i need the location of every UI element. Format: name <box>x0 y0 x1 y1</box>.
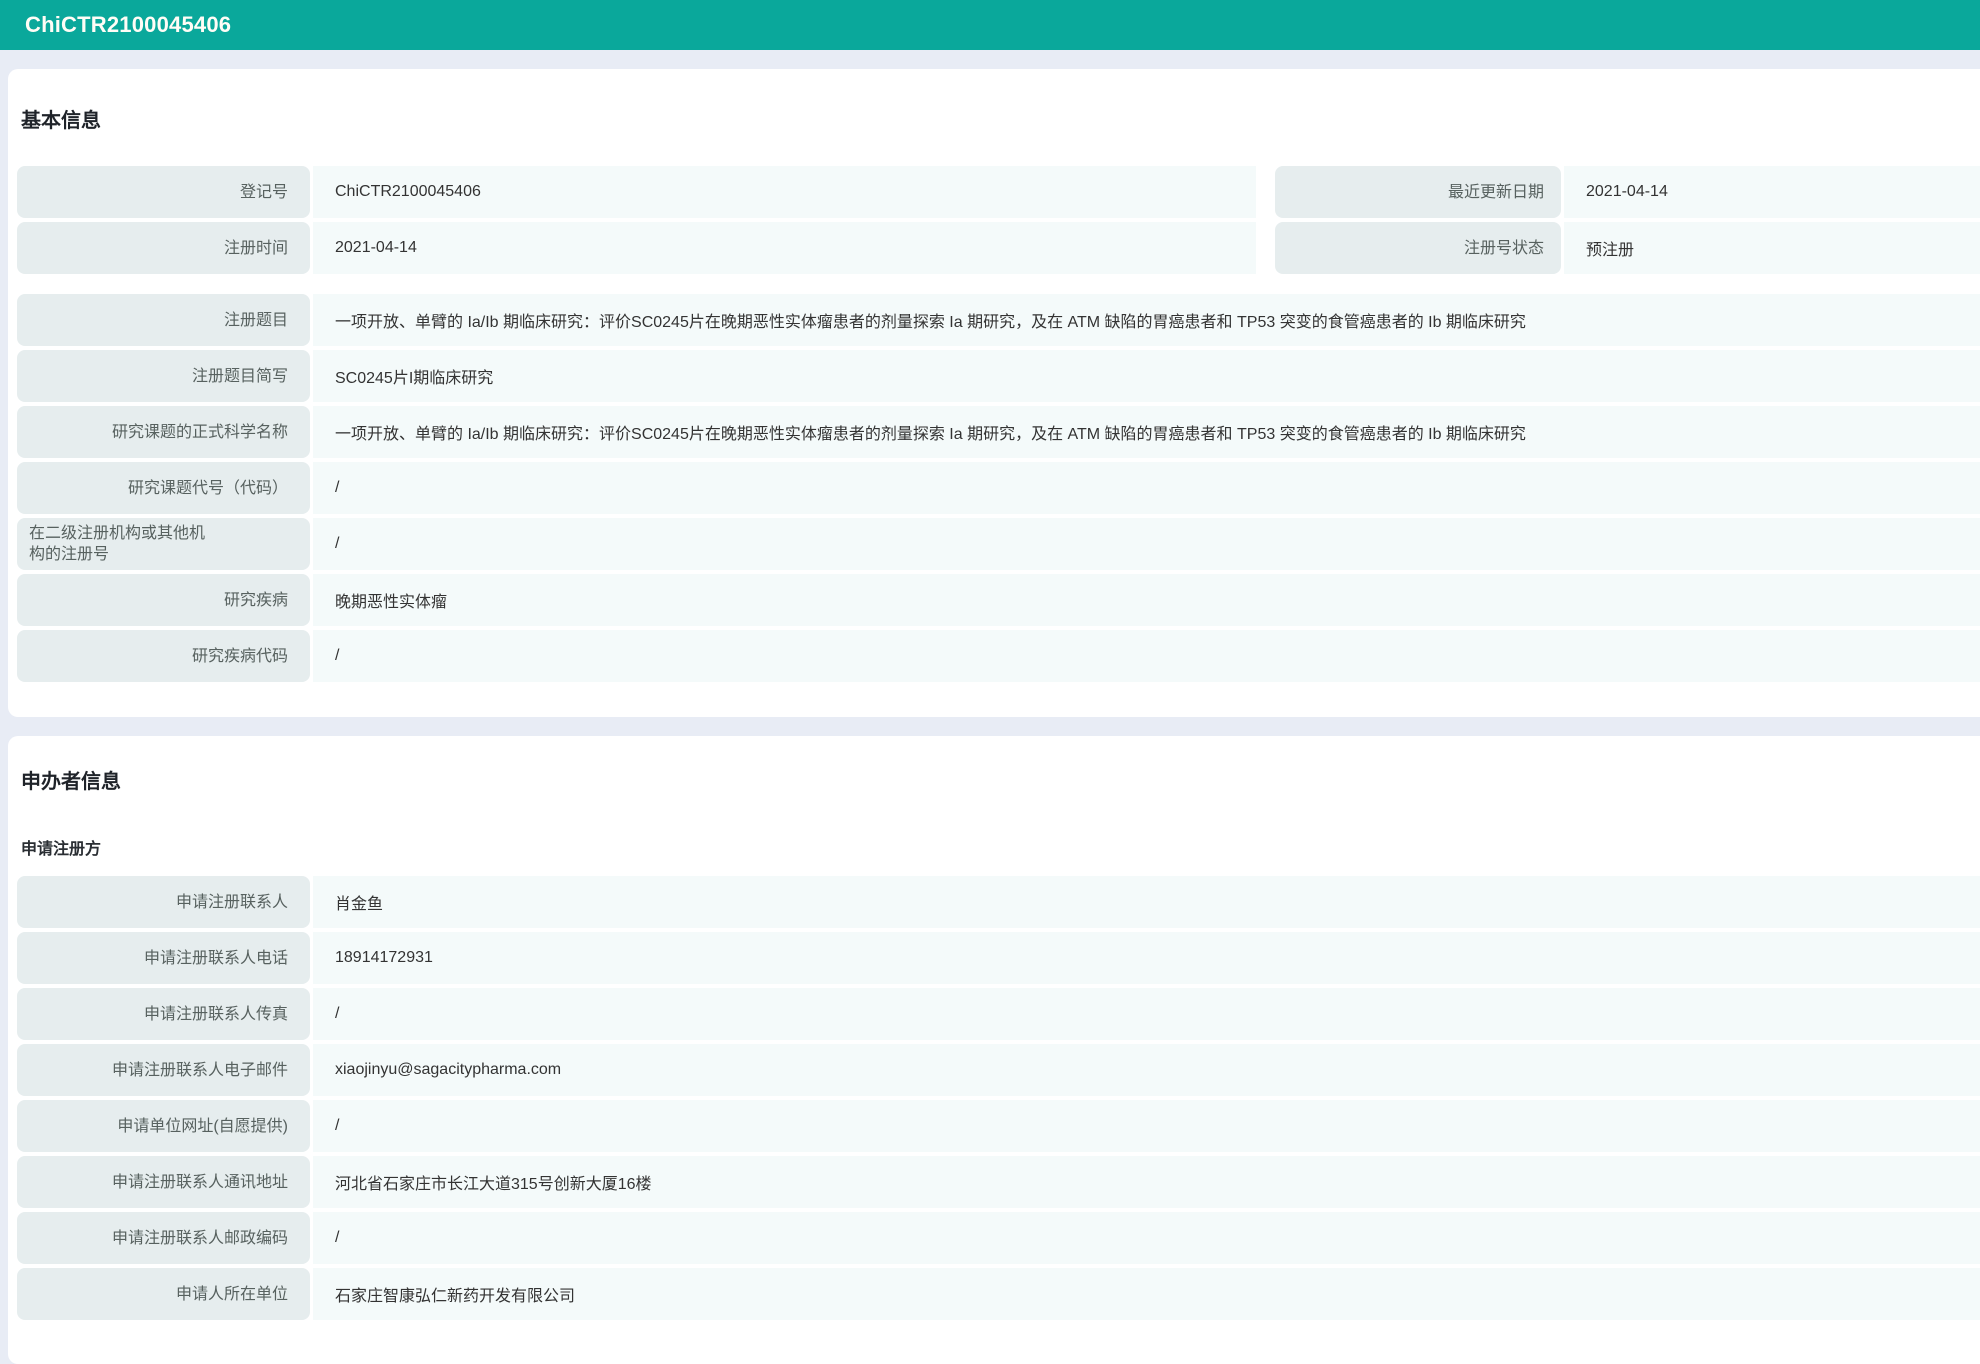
field-label: 注册时间 <box>17 222 310 274</box>
field-value: / <box>313 1212 1980 1264</box>
field-value: 晚期恶性实体瘤 <box>313 574 1980 626</box>
section-heading-basic: 基本信息 <box>21 109 1980 133</box>
field-value: ChiCTR2100045406 <box>313 166 1256 218</box>
field-row: 申请注册联系人电子邮件 xiaojinyu@sagacitypharma.com <box>17 1044 1980 1096</box>
field-value: 一项开放、单臂的 Ia/Ib 期临床研究：评价SC0245片在晚期恶性实体瘤患者… <box>313 406 1980 458</box>
field-row: 注册时间 2021-04-14 注册号状态 预注册 <box>17 222 1980 274</box>
field-label: 申请注册联系人邮政编码 <box>17 1212 310 1264</box>
sponsor-info-card: 申办者信息 申请注册方 申请注册联系人 肖金鱼 申请注册联系人电话 189141… <box>8 736 1980 1364</box>
field-row: 注册题目 一项开放、单臂的 Ia/Ib 期临床研究：评价SC0245片在晚期恶性… <box>17 294 1980 346</box>
field-label: 申请人所在单位 <box>17 1268 310 1320</box>
field-value: 2021-04-14 <box>1564 166 1980 218</box>
field-value: 一项开放、单臂的 Ia/Ib 期临床研究：评价SC0245片在晚期恶性实体瘤患者… <box>313 294 1980 346</box>
field-row: 研究课题的正式科学名称 一项开放、单臂的 Ia/Ib 期临床研究：评价SC024… <box>17 406 1980 458</box>
field-label: 申请注册联系人通讯地址 <box>17 1156 310 1208</box>
page-title-bar: ChiCTR2100045406 <box>0 0 1980 50</box>
field-label: 注册题目 <box>17 294 310 346</box>
field-row: 研究疾病代码 / <box>17 630 1980 682</box>
field-label: 申请注册联系人电子邮件 <box>17 1044 310 1096</box>
field-label-text: 在二级注册机构或其他机构的注册号 <box>29 523 213 565</box>
field-label: 研究课题的正式科学名称 <box>17 406 310 458</box>
field-value: 河北省石家庄市长江大道315号创新大厦16楼 <box>313 1156 1980 1208</box>
field-label: 注册题目简写 <box>17 350 310 402</box>
field-row: 研究疾病 晚期恶性实体瘤 <box>17 574 1980 626</box>
column-gap <box>1256 166 1275 218</box>
sub-heading-applicant: 申请注册方 <box>21 840 1980 859</box>
field-value: / <box>313 630 1980 682</box>
field-label: 最近更新日期 <box>1275 166 1561 218</box>
field-label: 登记号 <box>17 166 310 218</box>
field-value: 18914172931 <box>313 932 1980 984</box>
field-label: 申请注册联系人传真 <box>17 988 310 1040</box>
field-row: 申请注册联系人通讯地址 河北省石家庄市长江大道315号创新大厦16楼 <box>17 1156 1980 1208</box>
basic-info-rows: 注册题目 一项开放、单臂的 Ia/Ib 期临床研究：评价SC0245片在晚期恶性… <box>17 294 1980 682</box>
field-row: 研究课题代号（代码） / <box>17 462 1980 514</box>
field-row: 申请注册联系人邮政编码 / <box>17 1212 1980 1264</box>
field-value: SC0245片I期临床研究 <box>313 350 1980 402</box>
field-row: 登记号 ChiCTR2100045406 最近更新日期 2021-04-14 <box>17 166 1980 218</box>
field-value: / <box>313 988 1980 1040</box>
field-row: 注册题目简写 SC0245片I期临床研究 <box>17 350 1980 402</box>
section-heading-sponsor: 申办者信息 <box>21 770 1980 794</box>
field-label: 研究课题代号（代码） <box>17 462 310 514</box>
field-label: 研究疾病代码 <box>17 630 310 682</box>
field-value: 2021-04-14 <box>313 222 1256 274</box>
sponsor-info-rows: 申请注册联系人 肖金鱼 申请注册联系人电话 18914172931 申请注册联系… <box>17 876 1980 1320</box>
field-label: 申请注册联系人电话 <box>17 932 310 984</box>
field-value: xiaojinyu@sagacitypharma.com <box>313 1044 1980 1096</box>
basic-info-card: 基本信息 登记号 ChiCTR2100045406 最近更新日期 2021-04… <box>8 69 1980 717</box>
basic-info-grid: 登记号 ChiCTR2100045406 最近更新日期 2021-04-14 注… <box>17 166 1980 274</box>
field-label: 申请注册联系人 <box>17 876 310 928</box>
field-value: 预注册 <box>1564 222 1980 274</box>
field-label: 申请单位网址(自愿提供) <box>17 1100 310 1152</box>
column-gap <box>1256 222 1275 274</box>
field-value: 肖金鱼 <box>313 876 1980 928</box>
field-value: 石家庄智康弘仁新药开发有限公司 <box>313 1268 1980 1320</box>
field-value: / <box>313 518 1980 570</box>
field-row: 申请单位网址(自愿提供) / <box>17 1100 1980 1152</box>
page-title: ChiCTR2100045406 <box>25 12 231 38</box>
field-row: 申请注册联系人电话 18914172931 <box>17 932 1980 984</box>
field-row: 申请注册联系人 肖金鱼 <box>17 876 1980 928</box>
field-row: 在二级注册机构或其他机构的注册号 / <box>17 518 1980 570</box>
field-row: 申请人所在单位 石家庄智康弘仁新药开发有限公司 <box>17 1268 1980 1320</box>
field-row: 申请注册联系人传真 / <box>17 988 1980 1040</box>
field-label: 注册号状态 <box>1275 222 1561 274</box>
field-label: 研究疾病 <box>17 574 310 626</box>
field-value: / <box>313 1100 1980 1152</box>
field-label: 在二级注册机构或其他机构的注册号 <box>17 518 310 570</box>
field-value: / <box>313 462 1980 514</box>
